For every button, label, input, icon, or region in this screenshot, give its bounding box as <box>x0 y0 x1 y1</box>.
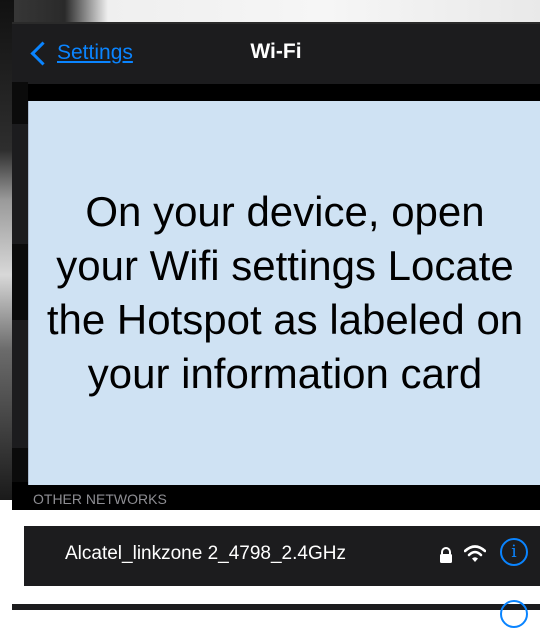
network-row-partial[interactable] <box>12 604 540 610</box>
info-icon[interactable]: i <box>500 538 528 566</box>
wifi-icon <box>464 545 486 562</box>
instruction-overlay: On your device, open your Wifi settings … <box>28 101 540 485</box>
section-label: OTHER NETWORKS <box>33 491 167 507</box>
page-title: Wi-Fi <box>250 40 302 63</box>
instruction-text: On your device, open your Wifi settings … <box>46 188 524 397</box>
network-name: Alcatel_linkzone 2_4798_2.4GHz <box>65 543 346 564</box>
list-row-edge <box>12 320 28 448</box>
network-row-alcatel[interactable]: Alcatel_linkzone 2_4798_2.4GHz i <box>24 526 540 586</box>
lock-icon <box>440 547 452 563</box>
other-networks-section-header: OTHER NETWORKS <box>12 486 540 510</box>
list-row-edge <box>12 124 28 244</box>
photo-backdrop-top <box>0 0 540 24</box>
info-icon[interactable] <box>500 600 528 628</box>
navigation-bar: Settings Wi-Fi <box>12 22 540 84</box>
